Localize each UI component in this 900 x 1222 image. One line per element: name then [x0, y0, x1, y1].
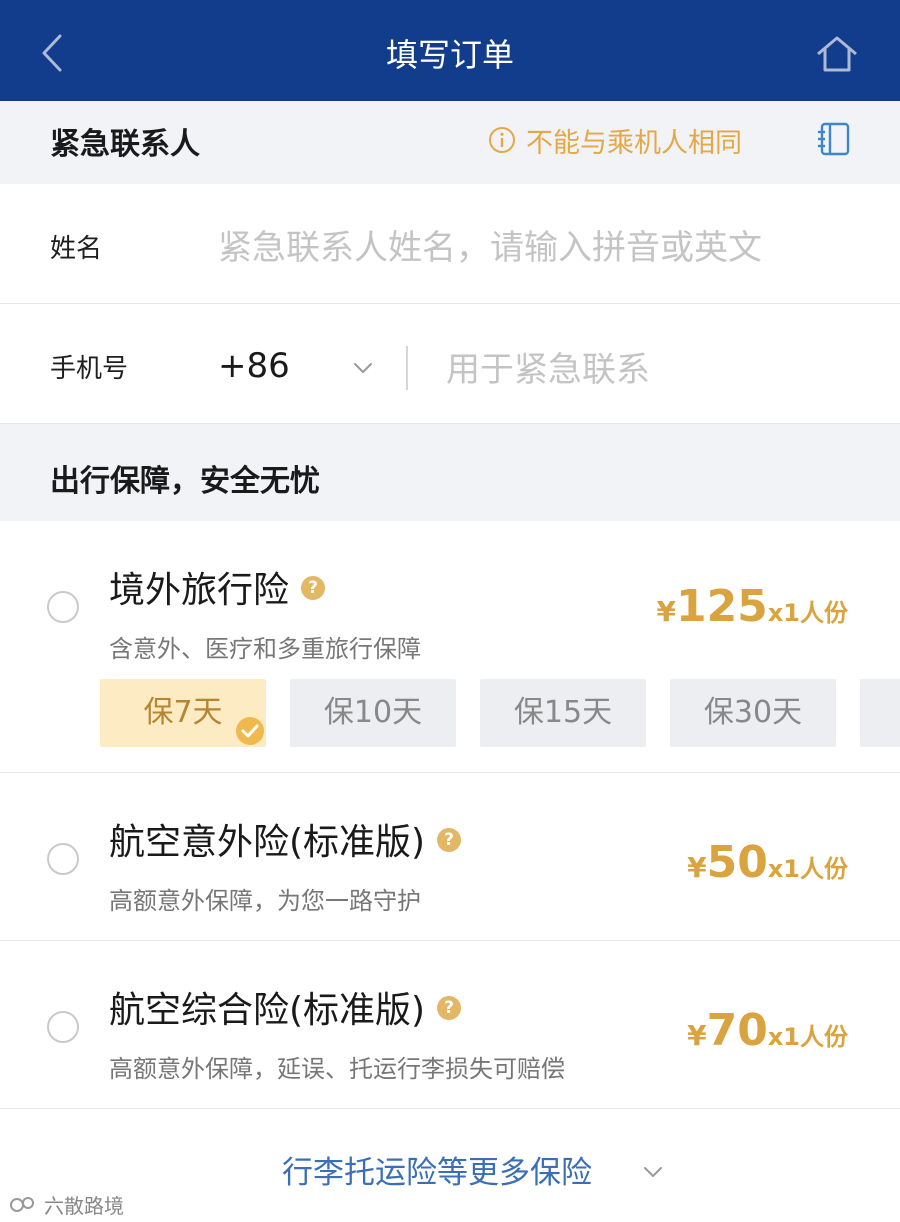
watermark-text: 六散路境	[44, 1194, 124, 1218]
insurance-name: 境外旅行险?	[109, 561, 326, 613]
emergency-contact-warning: 不能与乘机人相同	[488, 121, 742, 159]
insurance-desc: 高额意外保障，延误、托运行李损失可赔偿	[109, 1055, 565, 1083]
chevron-down-icon[interactable]	[642, 1165, 664, 1179]
home-icon[interactable]	[814, 34, 860, 74]
duration-chip-15[interactable]: 保15天	[480, 679, 646, 747]
duration-chip-7[interactable]: 保7天	[100, 679, 266, 747]
page-title: 填写订单	[385, 36, 514, 74]
info-icon	[489, 127, 515, 153]
insurance-radio[interactable]	[47, 1011, 79, 1043]
warning-text: 不能与乘机人相同	[526, 127, 742, 159]
nav-bar: 填写订单	[0, 0, 900, 101]
divider	[406, 346, 408, 390]
insurance-item[interactable]: 航空综合险(标准版)? 高额意外保障，延误、托运行李损失可赔偿 ¥70x1人份	[0, 941, 900, 1109]
help-icon[interactable]: ?	[437, 828, 462, 852]
name-input[interactable]: 紧急联系人姓名，请输入拼音或英文	[218, 220, 762, 269]
insurance-desc: 含意外、医疗和多重旅行保障	[109, 635, 421, 663]
insurance-price: ¥50x1人份	[687, 837, 848, 888]
insurance-radio[interactable]	[47, 843, 79, 875]
help-icon[interactable]: ?	[437, 996, 462, 1020]
insurance-price: ¥70x1人份	[687, 1005, 848, 1056]
help-icon[interactable]: ?	[301, 576, 326, 600]
insurance-title: 出行保障，安全无忧	[50, 464, 320, 499]
chevron-down-icon[interactable]	[352, 360, 374, 376]
insurance-radio[interactable]	[47, 591, 79, 623]
phone-field-row: 手机号 +86 用于紧急联系	[0, 304, 900, 424]
insurance-item[interactable]: 航空意外险(标准版)? 高额意外保障，为您一路守护 ¥50x1人份	[0, 773, 900, 941]
insurance-item[interactable]: 境外旅行险? 含意外、医疗和多重旅行保障 ¥125x1人份 保7天 保10天 保…	[0, 521, 900, 773]
phone-input[interactable]: 用于紧急联系	[446, 342, 650, 391]
insurance-price: ¥125x1人份	[656, 581, 848, 632]
duration-options: 保7天 保10天 保15天 保30天 保	[100, 679, 900, 747]
insurance-name: 航空综合险(标准版)?	[109, 981, 462, 1033]
country-code-select[interactable]: +86	[218, 346, 290, 386]
check-icon	[236, 717, 264, 745]
watermark-logo-icon	[10, 1196, 34, 1212]
insurance-name: 航空意外险(标准版)?	[109, 813, 462, 865]
more-insurance-row: 行李托运险等更多保险	[0, 1109, 900, 1222]
name-label: 姓名	[50, 234, 103, 264]
name-field-row[interactable]: 姓名 紧急联系人姓名，请输入拼音或英文	[0, 184, 900, 304]
insurance-desc: 高额意外保障，为您一路守护	[109, 887, 421, 915]
insurance-header: 出行保障，安全无忧	[0, 424, 900, 521]
phone-label: 手机号	[50, 354, 129, 384]
emergency-contact-header: 紧急联系人 不能与乘机人相同	[0, 101, 900, 184]
duration-chip-10[interactable]: 保10天	[290, 679, 456, 747]
contact-book-icon[interactable]	[816, 121, 852, 157]
emergency-contact-title: 紧急联系人	[50, 127, 200, 162]
watermark: 六散路境	[8, 1190, 124, 1219]
duration-chip-30[interactable]: 保30天	[670, 679, 836, 747]
duration-chip-more[interactable]: 保	[860, 679, 900, 747]
more-insurance-link[interactable]: 行李托运险等更多保险	[282, 1147, 592, 1192]
